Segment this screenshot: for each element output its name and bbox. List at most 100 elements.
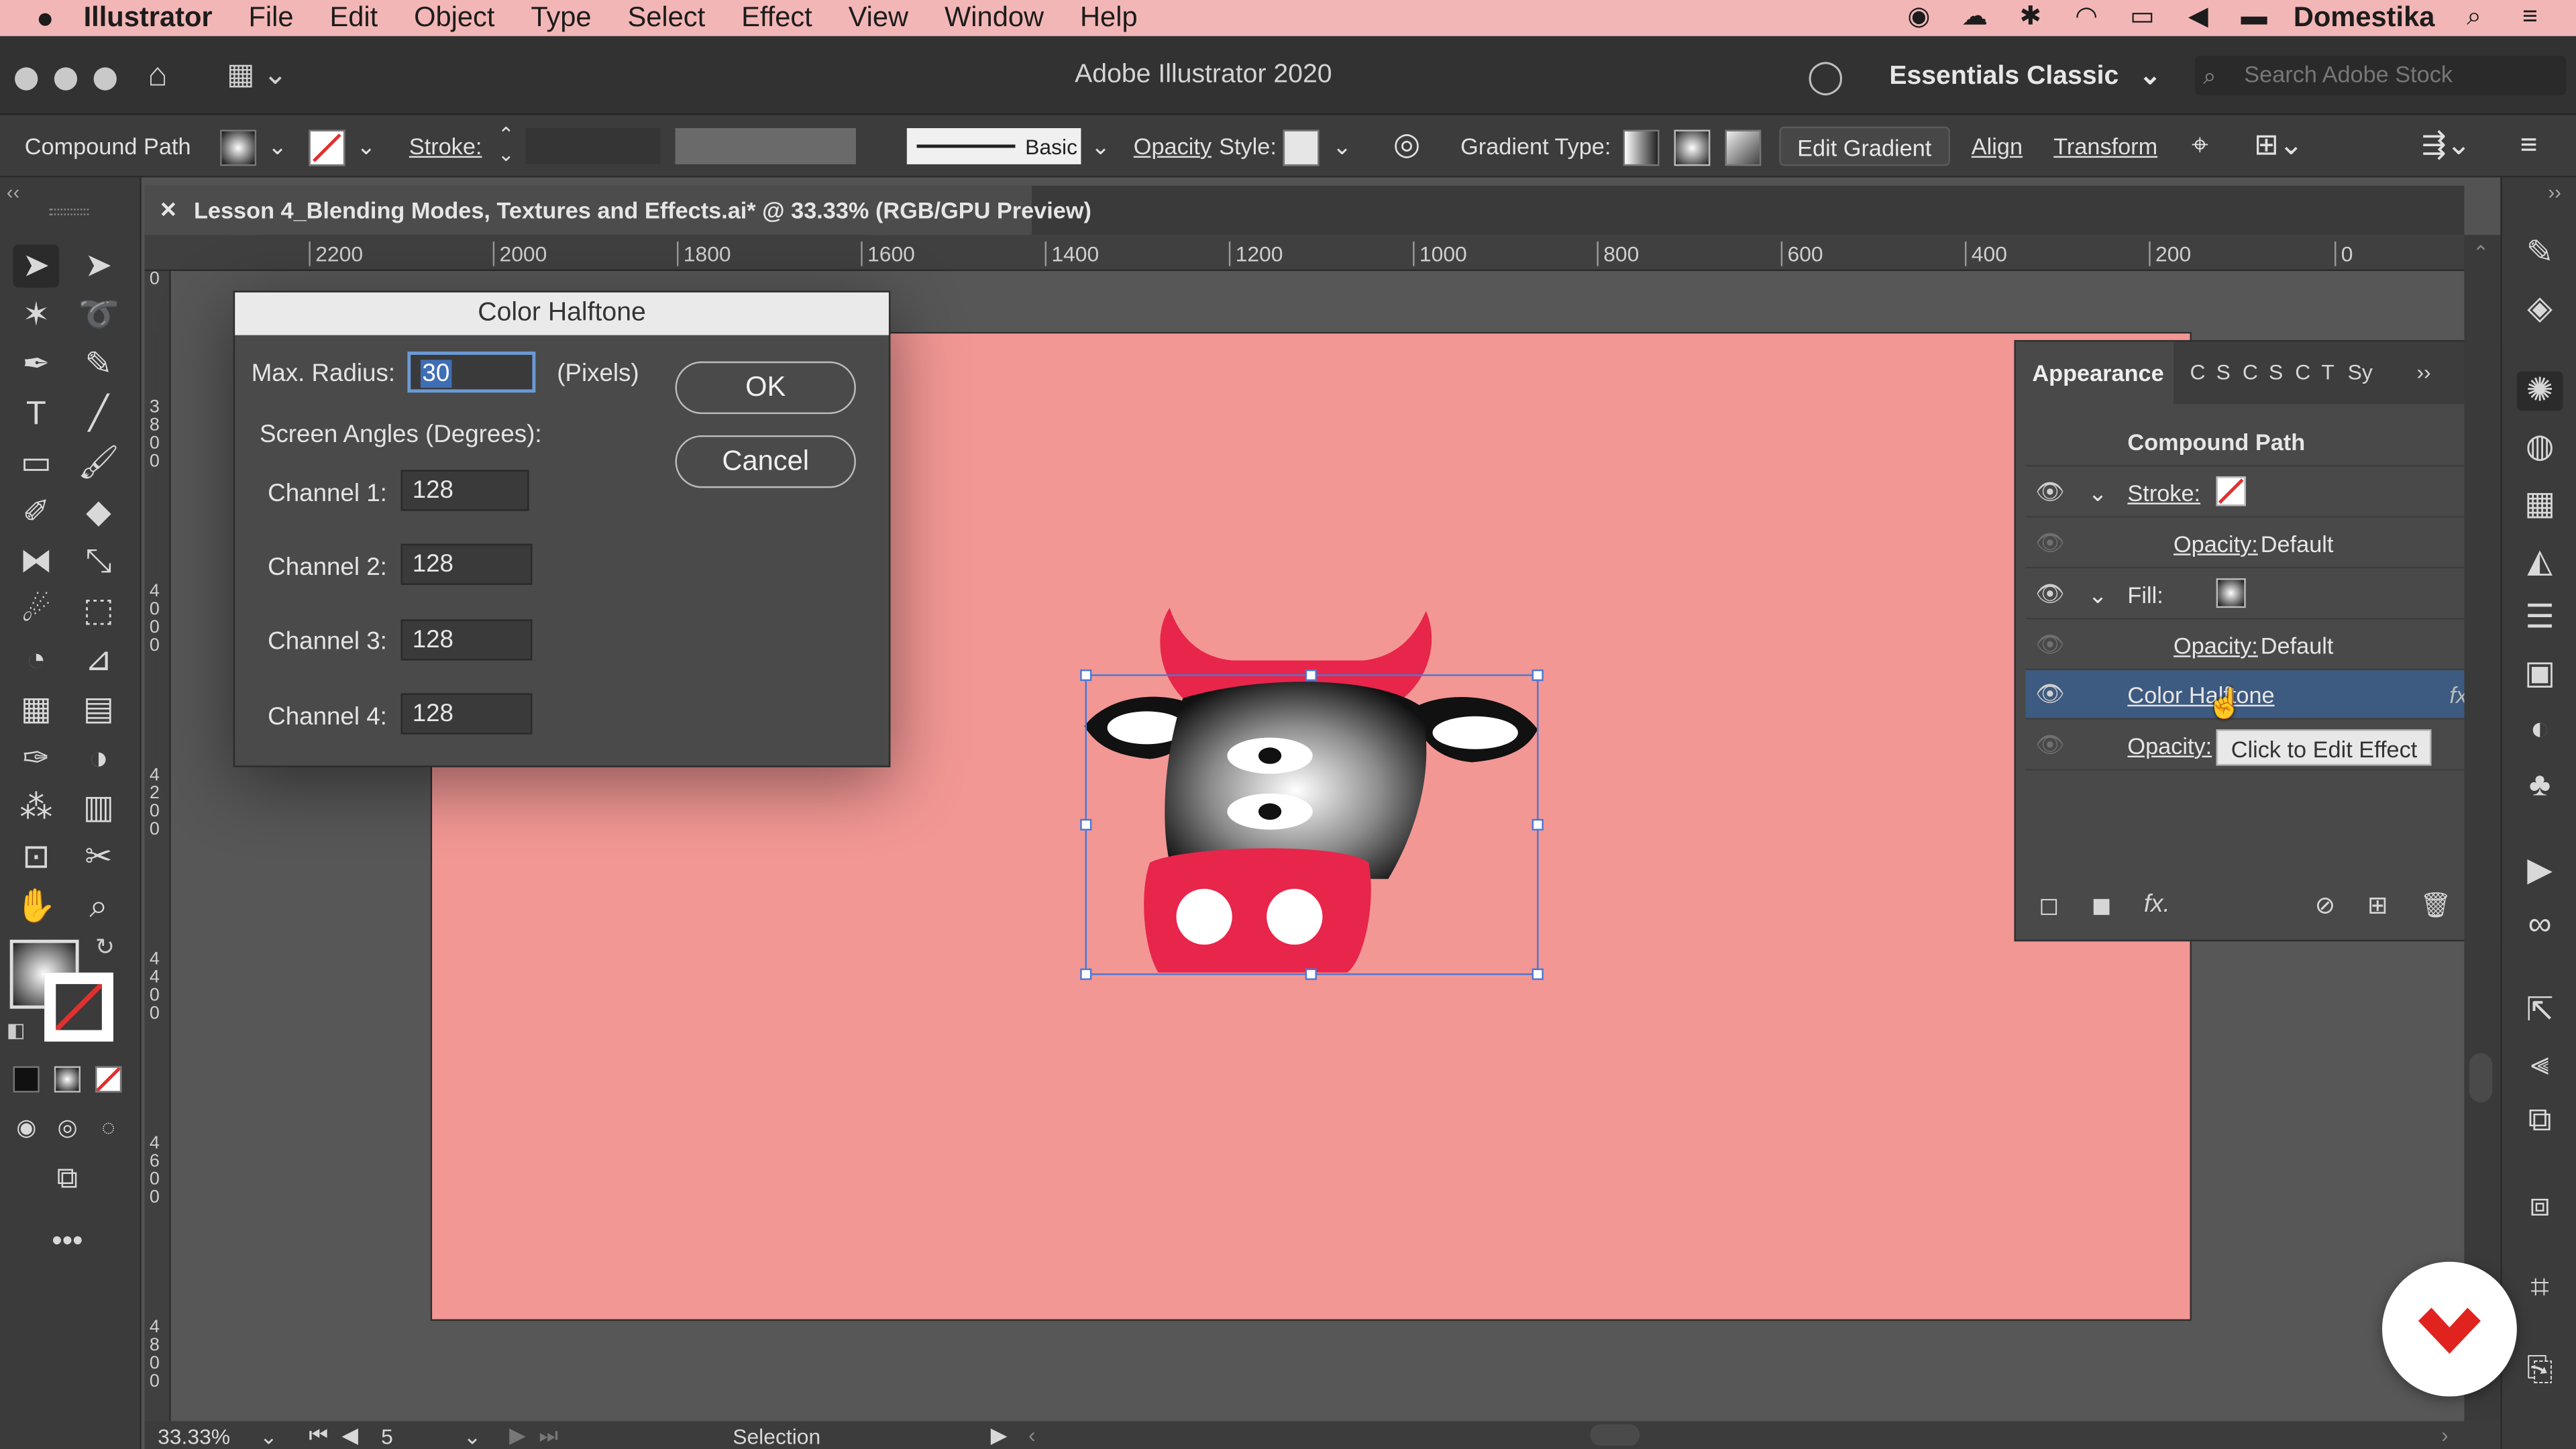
- symbols-panel-icon[interactable]: ♣: [2517, 765, 2563, 805]
- opacity-label[interactable]: Opacity:: [2127, 733, 2212, 759]
- adobe-stock-search-input[interactable]: Search Adobe Stock: [2194, 56, 2567, 96]
- eye-icon[interactable]: 👁: [2035, 580, 2065, 608]
- battery-icon[interactable]: ▬: [2238, 4, 2271, 30]
- graphic-style-swatch[interactable]: [1283, 129, 1320, 166]
- chevron-down-icon[interactable]: ⌄: [464, 1424, 482, 1449]
- screen-mode-icon[interactable]: ⧉: [44, 1157, 91, 1199]
- menu-effect[interactable]: Effect: [741, 1, 812, 34]
- brushes-panel-icon[interactable]: ✎: [2517, 233, 2563, 273]
- shape-builder-tool-icon[interactable]: ◔: [13, 639, 60, 682]
- workspace-switcher[interactable]: Essentials Classic ⌄: [1889, 59, 2161, 92]
- export-panel-icon[interactable]: ⇱: [2517, 991, 2563, 1030]
- wifi-icon[interactable]: ◠: [2070, 4, 2103, 30]
- search-icon[interactable]: ⌕: [2458, 4, 2491, 30]
- shaper-tool-icon[interactable]: ✐: [13, 491, 60, 534]
- next-artboard-icon[interactable]: ▶: [509, 1423, 525, 1449]
- asset-export-panel-icon[interactable]: ⎘: [2517, 1350, 2563, 1390]
- last-artboard-icon[interactable]: ⏭: [539, 1423, 558, 1449]
- gradient-panel-icon[interactable]: ▣: [2517, 654, 2563, 694]
- transform-panel-icon[interactable]: ⧈: [2517, 1186, 2563, 1226]
- select-similar-icon[interactable]: ⊞⌄: [2254, 128, 2304, 162]
- swap-fill-stroke-icon[interactable]: ↻: [95, 933, 115, 961]
- lightbulb-icon[interactable]: ◯: [1807, 56, 1844, 97]
- actions-panel-icon[interactable]: ▶: [2517, 851, 2563, 891]
- artboards-panel-icon[interactable]: ⌗: [2517, 1269, 2563, 1308]
- line-segment-tool-icon[interactable]: ╱: [76, 392, 122, 435]
- menu-object[interactable]: Object: [414, 1, 494, 34]
- menu-help[interactable]: Help: [1080, 1, 1138, 34]
- default-fill-stroke-icon[interactable]: ◧: [7, 1018, 25, 1041]
- creative-cloud-icon[interactable]: ☁: [1958, 4, 1991, 30]
- record-icon[interactable]: ◉: [1902, 4, 1935, 30]
- eye-icon[interactable]: 👁: [2035, 529, 2065, 557]
- channel-1-input[interactable]: 128: [400, 470, 529, 511]
- stroke-label[interactable]: Stroke:: [409, 133, 482, 159]
- linear-gradient-button[interactable]: [1623, 129, 1660, 166]
- paintbrush-tool-icon[interactable]: 🖌: [76, 442, 122, 485]
- scale-tool-icon[interactable]: ⤡: [76, 541, 122, 584]
- reflect-tool-icon[interactable]: ⧓: [13, 541, 60, 584]
- chevron-down-icon[interactable]: ⌄: [1091, 133, 1110, 161]
- appearance-panel-icon[interactable]: ✺: [2516, 371, 2563, 411]
- eyedropper-tool-icon[interactable]: ✑: [13, 738, 60, 781]
- menu-type[interactable]: Type: [531, 1, 591, 34]
- blend-tool-icon[interactable]: ◑: [76, 738, 122, 781]
- vertical-scrollbar[interactable]: ⌃: [2464, 235, 2501, 1421]
- window-minimize-button[interactable]: [54, 67, 78, 91]
- document-tab[interactable]: ✕ Lesson 4_Blending Modes, Textures and …: [144, 185, 1091, 235]
- magic-wand-tool-icon[interactable]: ✶: [13, 294, 60, 337]
- color-guide-icon[interactable]: ◍: [2517, 427, 2563, 467]
- fill-swatch[interactable]: [2216, 578, 2246, 608]
- draw-normal-icon[interactable]: ◉: [3, 1106, 50, 1148]
- stroke-color-box[interactable]: [44, 972, 113, 1042]
- chevron-down-icon[interactable]: ⌄: [1332, 133, 1352, 161]
- appearance-fill-row[interactable]: 👁 ⌄ Fill:: [2025, 570, 2489, 620]
- tab-collapsed-2[interactable]: S: [2216, 360, 2231, 384]
- isolate-group-icon[interactable]: ⌖: [2192, 128, 2208, 162]
- ok-button[interactable]: OK: [675, 361, 856, 415]
- add-new-stroke-icon[interactable]: ◻: [2039, 890, 2059, 920]
- cancel-button[interactable]: Cancel: [675, 435, 856, 488]
- warp-tool-icon[interactable]: ☄: [13, 590, 60, 633]
- zoom-tool-icon[interactable]: ⌕: [76, 885, 122, 928]
- channel-4-input[interactable]: 128: [400, 693, 533, 735]
- scroll-up-icon[interactable]: ⌃: [2473, 241, 2489, 264]
- horizontal-ruler[interactable]: 2200 2000 1800 1600 1400 1200 1000 800 600 400 200…: [144, 235, 2465, 272]
- appearance-stroke-row[interactable]: 👁 ⌄ Stroke:: [2025, 468, 2489, 518]
- tab-collapsed-3[interactable]: C: [2243, 360, 2258, 384]
- mesh-tool-icon[interactable]: ▦: [13, 688, 60, 731]
- close-icon[interactable]: ✕: [160, 197, 178, 223]
- dialog-title[interactable]: Color Halftone: [235, 292, 889, 335]
- scroll-right-icon[interactable]: ›: [2441, 1423, 2449, 1448]
- edit-toolbar-icon[interactable]: •••: [44, 1219, 91, 1262]
- more-tabs-icon[interactable]: ››: [2416, 360, 2430, 384]
- scroll-left-icon[interactable]: ‹: [1028, 1423, 1036, 1448]
- horizontal-scroll-thumb[interactable]: [1590, 1424, 1640, 1446]
- add-new-fill-icon[interactable]: ◼: [2092, 890, 2112, 920]
- curvature-tool-icon[interactable]: ✎: [76, 343, 122, 386]
- window-zoom-button[interactable]: [93, 67, 117, 91]
- duplicate-item-icon[interactable]: ⊞: [2367, 890, 2388, 920]
- chevron-down-icon[interactable]: ⌄: [2088, 480, 2108, 508]
- add-new-effect-icon[interactable]: fx.: [2144, 890, 2170, 918]
- chevron-down-icon[interactable]: ⌄: [356, 133, 376, 161]
- tab-collapsed-1[interactable]: C: [2190, 360, 2205, 384]
- swatches-panel-icon[interactable]: ▦: [2517, 484, 2563, 524]
- gradient-mode-button[interactable]: [54, 1066, 80, 1093]
- stroke-panel-icon[interactable]: ☰: [2517, 598, 2563, 637]
- tab-collapsed-5[interactable]: C: [2295, 360, 2310, 384]
- artboard-tool-icon[interactable]: ⊡: [13, 837, 60, 879]
- stroke-weight-field[interactable]: [525, 128, 661, 164]
- chevron-down-icon[interactable]: ⌄: [2088, 582, 2108, 610]
- direct-selection-tool-icon[interactable]: ➤: [76, 245, 122, 288]
- status-menu-icon[interactable]: ▶: [991, 1423, 1007, 1449]
- eye-icon[interactable]: 👁: [2035, 631, 2065, 659]
- appearance-stroke-opacity-row[interactable]: 👁 Opacity: Default: [2025, 519, 2489, 569]
- menu-edit[interactable]: Edit: [329, 1, 378, 34]
- vertical-scroll-thumb[interactable]: [2469, 1053, 2493, 1103]
- vertical-ruler[interactable]: 0 3 8 0 0 4 0 0 0 4 2 0 0 4 4 0 0 4 6 0 0 4 8 …: [144, 270, 171, 1421]
- symbol-sprayer-tool-icon[interactable]: ⁂: [13, 787, 60, 830]
- volume-icon[interactable]: ◀: [2182, 4, 2214, 30]
- arrange-icon[interactable]: ⇶⌄: [2422, 128, 2471, 162]
- pen-tool-icon[interactable]: ✒: [13, 343, 60, 386]
